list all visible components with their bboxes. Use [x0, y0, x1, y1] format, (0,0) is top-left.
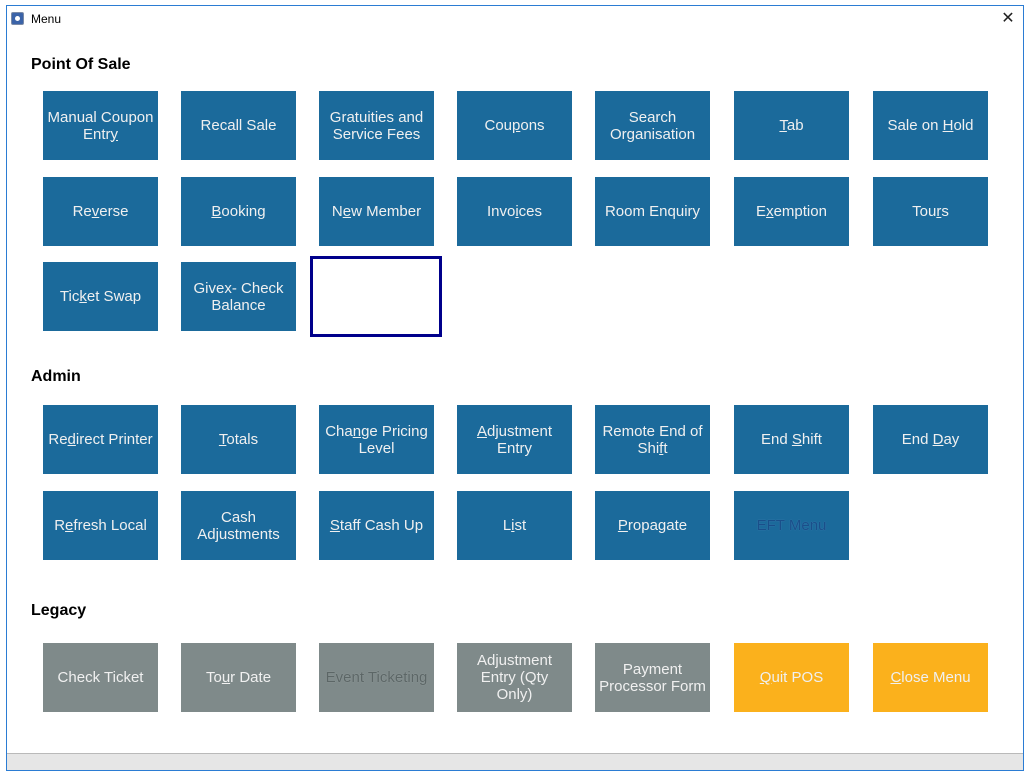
button-label: Tours — [912, 203, 949, 220]
givex-check-balance-button[interactable]: Givex- Check Balance — [181, 262, 296, 331]
window-title: Menu — [31, 12, 62, 26]
booking-button[interactable]: Booking — [181, 177, 296, 246]
focus-ring — [310, 256, 442, 337]
button-label: New Member — [331, 203, 422, 220]
button-label: Exemption — [756, 203, 827, 220]
tours-button[interactable]: Tours — [873, 177, 988, 246]
button-label: End Day — [901, 431, 960, 448]
end-shift-button[interactable]: End Shift — [734, 405, 849, 474]
refresh-local-button[interactable]: Refresh Local — [43, 491, 158, 560]
sale-on-hold-button[interactable]: Sale on Hold — [873, 91, 988, 160]
button-label: Sale on Hold — [887, 117, 974, 134]
payment-processor-form-button[interactable]: Payment Processor Form — [595, 643, 710, 712]
button-label: Close Menu — [890, 669, 971, 686]
button-label: Change Pricing Level — [325, 422, 428, 457]
button-label: Check Ticket — [57, 669, 144, 686]
new-member-button[interactable]: New Member — [319, 177, 434, 246]
status-bar — [7, 753, 1023, 770]
button-label: Manual Coupon Entry — [47, 108, 154, 143]
button-label: Booking — [211, 203, 266, 220]
section-title-legacy: Legacy — [31, 602, 87, 619]
exemption-button[interactable]: Exemption — [734, 177, 849, 246]
button-label: Invoices — [486, 203, 543, 220]
search-organisation-button[interactable]: Search Organisation — [595, 91, 710, 160]
ticket-swap-button[interactable]: Ticket Swap — [43, 262, 158, 331]
button-label: Reverse — [72, 203, 129, 220]
remote-end-of-shift-button[interactable]: Remote End of Shift — [595, 405, 710, 474]
button-label: Adjustment Entry (Qty Only) — [476, 652, 553, 703]
button-label: List — [502, 517, 527, 534]
button-label: End Shift — [761, 431, 822, 448]
propagate-button[interactable]: Propagate — [595, 491, 710, 560]
change-pricing-level-button[interactable]: Change Pricing Level — [319, 405, 434, 474]
end-day-button[interactable]: End Day — [873, 405, 988, 474]
manual-coupon-entry-button[interactable]: Manual Coupon Entry — [43, 91, 158, 160]
button-label: Payment Processor Form — [599, 660, 706, 695]
button-label: Totals — [218, 431, 259, 448]
button-label: Gratuities and Service Fees — [329, 108, 424, 143]
title-bar: Menu ✕ — [7, 6, 1023, 32]
button-label: Search Organisation — [609, 108, 696, 143]
button-label: Quit POS — [759, 669, 824, 686]
recall-sale-button[interactable]: Recall Sale — [181, 91, 296, 160]
button-label: EFT Menu — [756, 517, 827, 534]
button-label: Refresh Local — [54, 517, 147, 534]
section-title-admin: Admin — [31, 368, 81, 385]
cash-adjustments-button[interactable]: Cash Adjustments — [181, 491, 296, 560]
invoices-button[interactable]: Invoices — [457, 177, 572, 246]
close-icon[interactable]: ✕ — [995, 8, 1021, 30]
eft-menu-button: EFT Menu — [734, 491, 849, 560]
quit-pos-button[interactable]: Quit POS — [734, 643, 849, 712]
button-label: Redirect Printer — [48, 431, 153, 448]
button-label: Tour Date — [205, 669, 272, 686]
button-label: Ticket Swap — [59, 288, 142, 305]
reverse-button[interactable]: Reverse — [43, 177, 158, 246]
staff-cash-up-button[interactable]: Staff Cash Up — [319, 491, 434, 560]
menu-window: Menu ✕ Point Of Sale Admin Legacy Manual… — [6, 5, 1024, 771]
button-label: Givex- Check Balance — [193, 279, 284, 314]
check-ticket-button[interactable]: Check Ticket — [43, 643, 158, 712]
button-label: Propagate — [617, 517, 688, 534]
button-label: Tab — [779, 117, 804, 134]
tab-button[interactable]: Tab — [734, 91, 849, 160]
room-enquiry-button[interactable]: Room Enquiry — [595, 177, 710, 246]
adjustment-entry-qty-only-button[interactable]: Adjustment Entry (Qty Only) — [457, 643, 572, 712]
button-label: Coupons — [484, 117, 545, 134]
button-label: Adjustment Entry — [476, 422, 553, 457]
button-label: Remote End of Shift — [602, 422, 703, 457]
app-icon — [11, 12, 24, 25]
section-title-point-of-sale: Point Of Sale — [31, 56, 131, 73]
totals-button[interactable]: Totals — [181, 405, 296, 474]
adjustment-entry-button[interactable]: Adjustment Entry — [457, 405, 572, 474]
close-menu-button[interactable]: Close Menu — [873, 643, 988, 712]
list-button[interactable]: List — [457, 491, 572, 560]
event-ticketing-button: Event Ticketing — [319, 643, 434, 712]
button-label: Event Ticketing — [325, 669, 428, 686]
redirect-printer-button[interactable]: Redirect Printer — [43, 405, 158, 474]
button-label: Staff Cash Up — [329, 517, 424, 534]
gratuities-and-service-fees-button[interactable]: Gratuities and Service Fees — [319, 91, 434, 160]
button-label: Room Enquiry — [604, 203, 701, 220]
button-label: Cash Adjustments — [197, 508, 280, 543]
coupons-button[interactable]: Coupons — [457, 91, 572, 160]
button-label: Recall Sale — [200, 117, 277, 134]
tour-date-button[interactable]: Tour Date — [181, 643, 296, 712]
